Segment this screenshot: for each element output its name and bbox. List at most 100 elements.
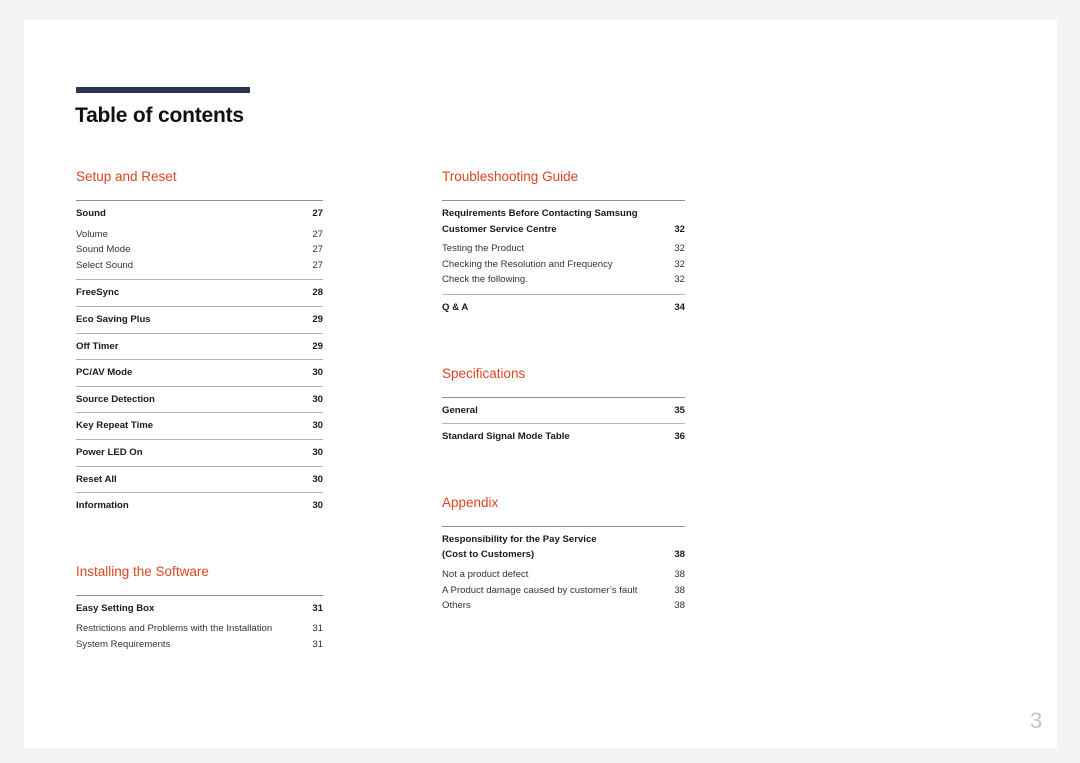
toc-group: Q & A 34 [442,293,685,321]
toc-entry-page: 30 [312,367,323,379]
toc-entry-page: 32 [674,223,685,235]
toc-entry-restrictions-and-problems-with-the-installation[interactable]: Restrictions and Problems with the Insta… [76,621,323,637]
toc-group: PC/AV Mode 30 [76,359,323,386]
toc-entry-power-led-on[interactable]: Power LED On 30 [76,440,323,466]
toc-entry-page: 32 [674,274,685,286]
toc-section-title[interactable]: Setup and Reset [76,168,323,200]
toc-group: General 35 [442,398,685,424]
toc-column-left: Setup and Reset Sound 27 Volume 27 Sound Mode… [76,168,323,659]
toc-entry-page: 38 [674,600,685,612]
toc-section-installing-the-software: Installing the Software Easy Setting Box 3… [76,563,323,659]
toc-group: Source Detection 30 [76,385,323,413]
toc-entry-page: 29 [312,340,323,352]
toc-entry-page: 30 [312,473,323,485]
toc-entry-page: 31 [312,623,323,635]
toc-entry-off-timer[interactable]: Off Timer 29 [76,334,323,360]
toc-entry-label: FreeSync [76,287,120,299]
toc-entry-label: Reset All [76,473,117,485]
toc-entry-pc-av-mode[interactable]: PC/AV Mode 30 [76,360,323,386]
toc-entry-label-cont: (Cost to Customers) [442,549,535,561]
toc-entry-sound[interactable]: Sound 27 [76,201,323,227]
toc-entry-label: Testing the Product [442,243,525,255]
toc-section-title[interactable]: Appendix [442,494,685,526]
toc-entry-general[interactable]: General 35 [442,398,685,424]
toc-entry-easy-setting-box[interactable]: Easy Setting Box 31 [76,596,323,622]
toc-group: Sound 27 Volume 27 Sound Mode 27 Select Sound 2… [76,201,323,279]
toc-entry-page: 38 [674,568,685,580]
toc-entry-page: 38 [674,584,685,596]
toc-entry-label: Volume [76,228,108,240]
toc-entry-page: 30 [312,500,323,512]
toc-entry-checking-the-resolution-and-frequency[interactable]: Checking the Resolution and Frequency 32 [442,257,685,273]
toc-entry-label: Select Sound [76,259,134,271]
toc-entry-page: 38 [674,549,685,561]
toc-entry-system-requirements[interactable]: System Requirements 31 [76,637,323,653]
toc-entry-label: PC/AV Mode [76,367,133,379]
toc-entry-q-a[interactable]: Q & A 34 [442,295,685,321]
toc-group: Standard Signal Mode Table 36 [442,423,685,450]
toc-group: Requirements Before Contacting Samsung Cu… [442,201,685,294]
toc-entry-label: General [442,404,478,416]
toc-group: Reset All 30 [76,465,323,493]
toc-entry-label: Standard Signal Mode Table [442,431,570,443]
toc-entry-page: 36 [674,431,685,443]
toc-entry-label: Q & A [442,301,469,313]
toc-entry-responsibility-for-the-pay-service[interactable]: Responsibility for the Pay Service (Cost … [442,527,685,567]
toc-entry-label: Sound Mode [76,244,131,256]
toc-entry-label: Not a product defect [442,568,529,580]
toc-entry-page: 32 [674,258,685,270]
toc-entry-not-a-product-defect[interactable]: Not a product defect 38 [442,567,685,583]
toc-entry-check-the-following[interactable]: Check the following. 32 [442,272,685,288]
toc-entry-requirements-before-contacting-samsung[interactable]: Requirements Before Contacting Samsung Cu… [442,201,685,241]
toc-entry-eco-saving-plus[interactable]: Eco Saving Plus 29 [76,307,323,333]
page-number: 3 [1030,708,1043,733]
toc-group: Easy Setting Box 31 Restrictions and Probl… [76,596,323,659]
toc-entry-label: Easy Setting Box [76,602,155,614]
toc-entry-sound-mode[interactable]: Sound Mode 27 [76,242,323,258]
toc-entry-page: 34 [674,301,685,313]
toc-entry-label: Off Timer [76,340,119,352]
toc-entry-label: Restrictions and Problems with the Insta… [76,623,273,635]
toc-entry-page: 27 [312,208,323,219]
toc-group: Off Timer 29 [76,332,323,360]
toc-section-appendix: Appendix Responsibility for the Pay Servi… [442,494,685,620]
toc-entry-label: Key Repeat Time [76,420,154,432]
toc-entry-page: 35 [674,404,685,416]
toc-entry-source-detection[interactable]: Source Detection 30 [76,387,323,413]
toc-entry-page: 31 [312,602,323,614]
toc-section-title[interactable]: Installing the Software [76,563,323,595]
toc-section-setup-and-reset: Setup and Reset Sound 27 Volume 27 Sound Mode… [76,168,323,519]
toc-section-title[interactable]: Specifications [442,365,685,397]
toc-entry-a-product-damage-caused-by-customer-s-fault[interactable]: A Product damage caused by customer’s fa… [442,583,685,599]
toc-entry-label: Eco Saving Plus [76,313,151,325]
toc-section-troubleshooting-guide: Troubleshooting Guide Requirements Before… [442,168,685,321]
toc-columns: Setup and Reset Sound 27 Volume 27 Sound Mode… [24,20,1057,748]
toc-group: Power LED On 30 [76,438,323,466]
toc-entry-label: A Product damage caused by customer’s fa… [442,584,638,596]
toc-group: Key Repeat Time 30 [76,412,323,439]
toc-entry-page: 27 [312,244,323,256]
toc-entry-standard-signal-mode-table[interactable]: Standard Signal Mode Table 36 [442,424,685,450]
toc-entry-page: 29 [312,313,323,325]
toc-entry-key-repeat-time[interactable]: Key Repeat Time 30 [76,413,323,439]
toc-entry-page: 30 [312,446,323,458]
toc-section-title[interactable]: Troubleshooting Guide [442,168,685,200]
toc-entry-reset-all[interactable]: Reset All 30 [76,467,323,493]
toc-group: Eco Saving Plus 29 [76,305,323,333]
toc-entry-page: 27 [312,228,323,240]
toc-entry-testing-the-product[interactable]: Testing the Product 32 [442,241,685,257]
toc-entry-page: 31 [312,638,323,650]
toc-entry-freesync[interactable]: FreeSync 28 [76,280,323,306]
toc-group: Responsibility for the Pay Service (Cost … [442,527,685,620]
toc-entry-volume[interactable]: Volume 27 [76,227,323,243]
toc-entry-select-sound[interactable]: Select Sound 27 [76,258,323,274]
toc-entry-others[interactable]: Others 38 [442,598,685,614]
toc-entry-page: 30 [312,420,323,432]
toc-entry-label-cont: Customer Service Centre [442,223,557,235]
toc-entry-label: Others [442,600,471,612]
toc-entry-page: 30 [312,393,323,405]
toc-entry-information[interactable]: Information 30 [76,493,323,519]
toc-entry-label: Power LED On [76,446,143,458]
